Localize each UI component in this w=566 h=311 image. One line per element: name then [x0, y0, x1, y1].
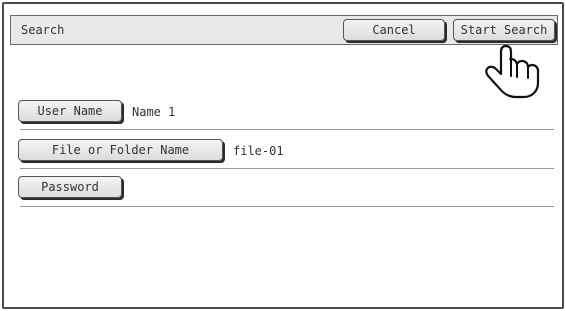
file-or-folder-name-button[interactable]: File or Folder Name — [18, 139, 223, 161]
divider — [20, 129, 554, 130]
dialog-title: Search — [21, 23, 65, 37]
start-search-button[interactable]: Start Search — [453, 19, 555, 41]
pointing-hand-cursor-icon — [485, 44, 540, 99]
divider — [20, 206, 554, 207]
password-button[interactable]: Password — [18, 176, 122, 198]
cancel-button[interactable]: Cancel — [343, 19, 445, 41]
divider — [20, 168, 554, 169]
user-name-button[interactable]: User Name — [18, 100, 122, 122]
search-dialog: Search Cancel Start Search User Name Nam… — [2, 2, 564, 309]
file-or-folder-name-value: file-01 — [233, 144, 284, 158]
title-bar: Search Cancel Start Search — [10, 15, 558, 45]
user-name-value: Name 1 — [132, 105, 176, 119]
